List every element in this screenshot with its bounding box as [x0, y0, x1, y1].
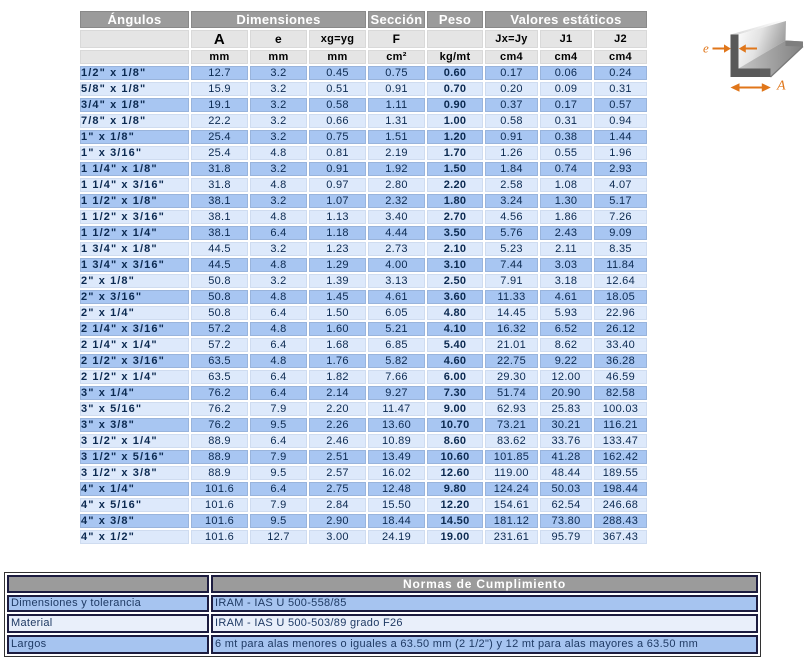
- svg-text:e: e: [703, 41, 709, 56]
- svg-text:A: A: [776, 79, 786, 94]
